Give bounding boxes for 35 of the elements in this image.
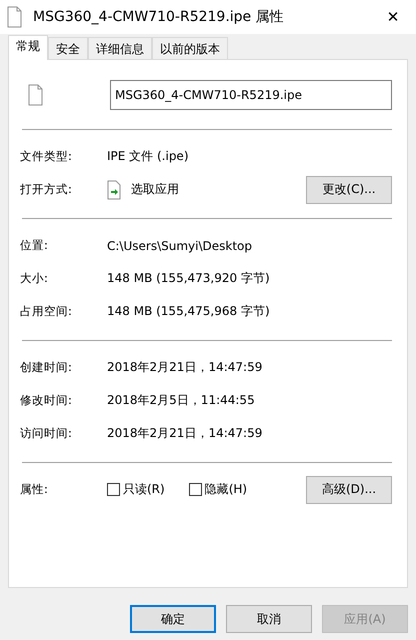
tab[interactable]: 详细信息 <box>88 37 152 59</box>
document-icon <box>7 6 23 28</box>
field-value: 148 MB (155,475,968 字节) <box>107 303 271 320</box>
checkbox-label: 只读(R) <box>123 481 165 498</box>
checkbox[interactable] <box>188 483 202 496</box>
field-label: 大小: <box>20 271 49 286</box>
field-label: 占用空间: <box>20 304 73 319</box>
field-value: IPE 文件 (.ipe) <box>107 148 190 165</box>
advanced-button[interactable]: 高级(D)... <box>306 476 392 504</box>
field-label: 文件类型: <box>20 149 73 164</box>
close-button[interactable]: ✕ <box>370 8 416 26</box>
tab[interactable]: 安全 <box>48 37 88 59</box>
checkbox-label: 隐藏(H) <box>204 481 248 498</box>
document-icon <box>28 84 44 106</box>
checkbox[interactable] <box>107 483 120 496</box>
field-value: C:\Users\Sumyi\Desktop <box>107 238 253 252</box>
field-value: 2018年2月5日，11:44:55 <box>107 392 256 409</box>
window-title: MSG360_4-CMW710-R5219.ipe 属性 <box>33 8 285 26</box>
field-value: 2018年2月21日，14:47:59 <box>107 359 264 376</box>
field-label: 打开方式: <box>20 182 73 197</box>
tab[interactable]: 以前的版本 <box>152 37 228 59</box>
field-label: 属性: <box>20 482 49 497</box>
field-label: 创建时间: <box>20 360 73 375</box>
field-label: 位置: <box>20 238 49 253</box>
field-value: 2018年2月21日，14:47:59 <box>107 425 264 442</box>
tab[interactable]: 常规 <box>8 35 48 60</box>
dialog-button[interactable]: 取消 <box>226 605 312 633</box>
field-label: 修改时间: <box>20 393 73 408</box>
app-file-icon <box>107 180 121 200</box>
dialog-button[interactable]: 确定 <box>130 605 216 633</box>
app-name: 选取应用 <box>131 181 179 198</box>
file-name-field[interactable]: MSG360_4-CMW710-R5219.ipe <box>110 80 392 110</box>
change-button[interactable]: 更改(C)... <box>306 176 392 204</box>
field-value: 148 MB (155,473,920 字节) <box>107 270 271 287</box>
field-label: 访问时间: <box>20 426 73 441</box>
